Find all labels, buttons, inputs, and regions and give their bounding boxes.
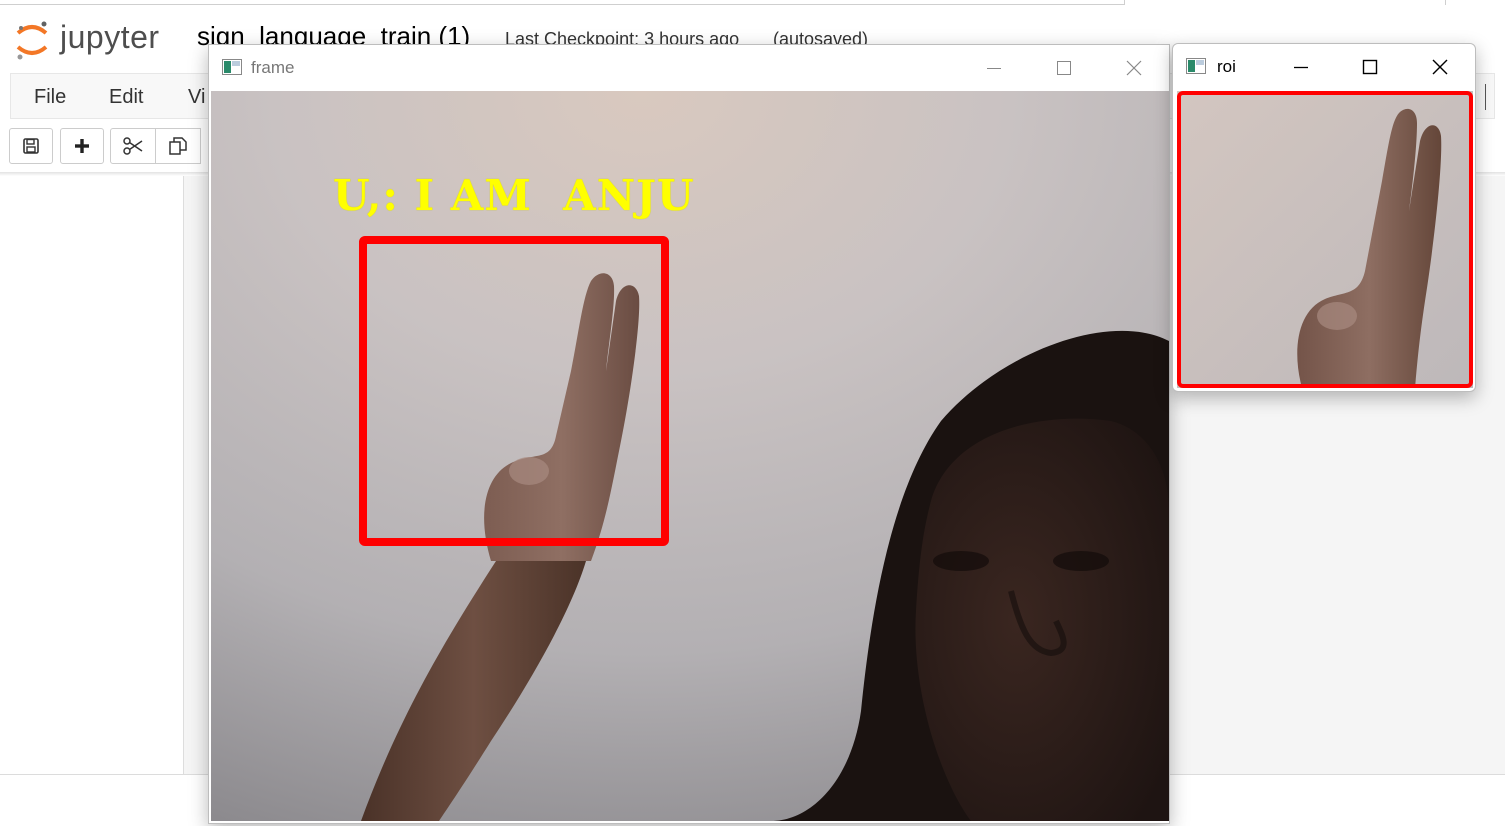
menu-edit[interactable]: Edit xyxy=(109,86,143,109)
notebook-left-margin xyxy=(0,176,183,774)
frame-maximize-button[interactable] xyxy=(1041,53,1087,83)
menu-view[interactable]: Vi xyxy=(188,86,205,109)
copy-button[interactable] xyxy=(155,128,201,164)
menu-file[interactable]: File xyxy=(34,86,66,109)
maximize-icon xyxy=(1057,61,1071,75)
frame-titlebar[interactable]: frame xyxy=(209,45,1169,90)
frame-window-title: frame xyxy=(251,58,295,77)
roi-window[interactable]: roi xyxy=(1172,43,1476,392)
frame-minimize-button[interactable] xyxy=(971,53,1017,83)
menu-divider xyxy=(1485,84,1486,110)
insert-cell-button[interactable] xyxy=(60,128,104,164)
window-app-icon xyxy=(222,59,242,75)
save-button[interactable] xyxy=(9,128,53,164)
jupyter-logo-icon[interactable] xyxy=(14,19,50,61)
cut-icon xyxy=(123,137,143,155)
maximize-icon xyxy=(1362,59,1378,75)
roi-maximize-button[interactable] xyxy=(1347,52,1393,82)
roi-titlebar[interactable]: roi xyxy=(1173,44,1475,89)
prediction-overlay-text: U,: I AM ANJU xyxy=(333,171,695,220)
roi-close-button[interactable] xyxy=(1417,52,1463,82)
cut-button[interactable] xyxy=(110,128,156,164)
roi-minimize-button[interactable] xyxy=(1278,52,1324,82)
jupyter-logo-text[interactable]: jupyter xyxy=(60,19,160,56)
roi-window-title: roi xyxy=(1217,57,1236,76)
webcam-frame: U,: I AM ANJU xyxy=(211,91,1169,821)
frame-close-button[interactable] xyxy=(1111,53,1157,83)
frame-window[interactable]: frame U,: I AM ANJU xyxy=(208,44,1170,824)
close-icon xyxy=(1432,59,1448,75)
close-icon xyxy=(1126,60,1142,76)
plus-icon xyxy=(75,139,89,153)
roi-crop-image xyxy=(1177,91,1473,388)
save-icon xyxy=(23,138,39,154)
minimize-icon xyxy=(987,68,1001,69)
roi-image xyxy=(1177,91,1473,388)
window-app-icon xyxy=(1186,58,1206,74)
copy-icon xyxy=(169,137,187,155)
minimize-icon xyxy=(1294,66,1308,69)
